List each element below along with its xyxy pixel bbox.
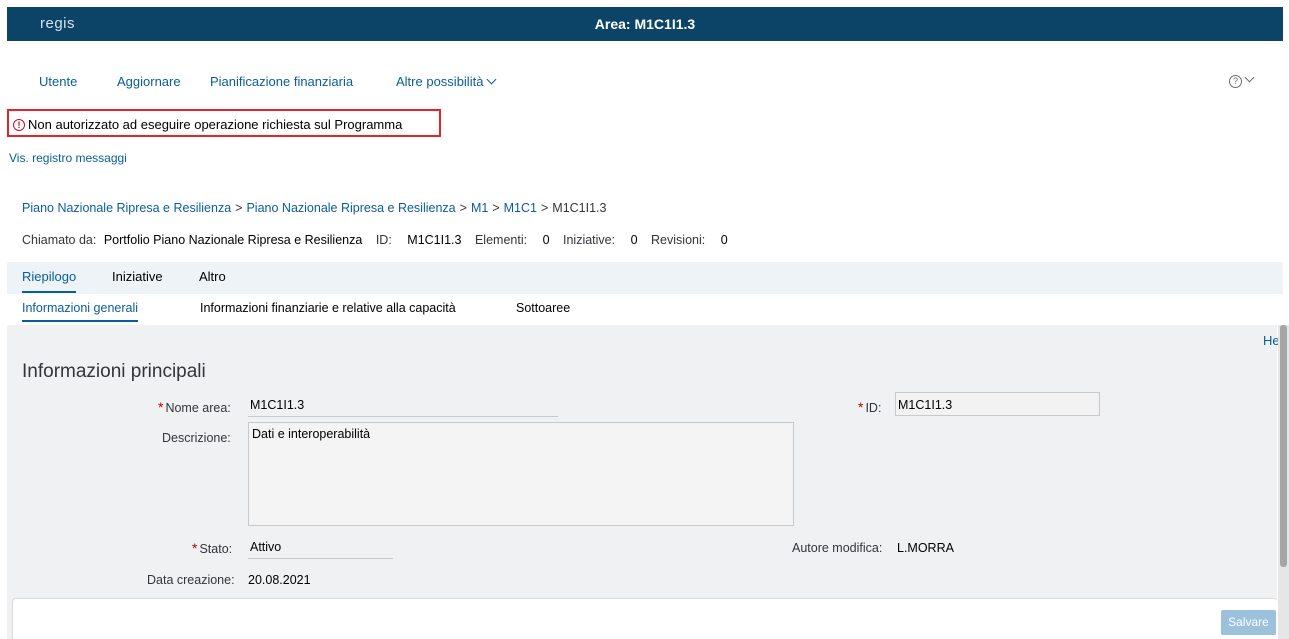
tab-altro[interactable]: Altro <box>199 269 226 284</box>
elementi-value: 0 <box>542 233 550 247</box>
breadcrumb-link-m1c1[interactable]: M1C1 <box>504 201 537 215</box>
tab-informazioni-finanziarie[interactable]: Informazioni finanziarie e relative alla… <box>200 301 456 315</box>
elementi-label: Elementi: <box>474 233 528 247</box>
id-label: ID: <box>375 233 392 247</box>
error-message: ! Non autorizzato ad eseguire operazione … <box>7 109 441 137</box>
breadcrumb-current: M1C1I1.3 <box>552 201 607 215</box>
chevron-down-icon <box>1244 72 1255 83</box>
tab-iniziative[interactable]: Iniziative <box>112 269 163 284</box>
error-icon: ! <box>13 119 25 131</box>
breadcrumb-link-m1[interactable]: M1 <box>471 201 488 215</box>
help-menu-button[interactable]: ? <box>1229 72 1255 88</box>
revisioni-value: 0 <box>720 233 728 247</box>
required-marker: * <box>158 399 164 415</box>
id-field[interactable]: M1C1I1.3 <box>895 392 1100 416</box>
revisioni-label: Revisioni: <box>651 233 706 247</box>
question-icon: ? <box>1229 75 1242 88</box>
breadcrumb-link-pnrr-2[interactable]: Piano Nazionale Ripresa e Resilienza <box>246 201 455 215</box>
menu-item-pianificazione-finanziaria[interactable]: Pianificazione finanziaria <box>210 74 353 89</box>
stato-label: * Stato: <box>192 540 232 556</box>
menu-item-aggiornare[interactable]: Aggiornare <box>117 74 181 89</box>
menu-item-utente[interactable]: Utente <box>39 74 77 89</box>
context-info: Chiamato da: Portfolio Piano Nazionale R… <box>22 233 738 247</box>
section-title: Informazioni principali <box>22 361 206 382</box>
message-log-link[interactable]: Vis. registro messaggi <box>9 151 127 165</box>
id-field-label: * ID: <box>858 399 881 415</box>
required-marker: * <box>192 540 198 556</box>
breadcrumb: Piano Nazionale Ripresa e Resilienza > Pia… <box>22 201 606 215</box>
menu-bar: Utente Aggiornare Pianificazione finanzi… <box>7 60 1283 102</box>
menu-item-altre-possibilita[interactable]: Altre possibilità <box>396 74 497 89</box>
vertical-scrollbar[interactable] <box>1278 325 1289 639</box>
called-by-value: Portfolio Piano Nazionale Ripresa e Resi… <box>103 233 363 247</box>
required-marker: * <box>858 399 864 415</box>
tab-riepilogo[interactable]: Riepilogo <box>22 269 77 293</box>
id-field-label-text: ID: <box>865 401 882 415</box>
tab-sottoaree[interactable]: Sottoaree <box>516 301 570 315</box>
shell-bar: regis Area: M1C1I1.3 <box>7 7 1283 41</box>
menu-item-altre-label: Altre possibilità <box>396 74 484 89</box>
nome-area-label: * Nome area: <box>158 399 231 415</box>
autore-modifica-value: L.MORRA <box>897 541 954 555</box>
primary-tab-bar: Riepilogo Iniziative Altro <box>7 262 1283 294</box>
tab-informazioni-generali[interactable]: Informazioni generali <box>22 301 139 322</box>
called-by-label: Chiamato da: <box>22 233 97 247</box>
stato-label-text: Stato: <box>199 542 233 556</box>
save-button[interactable]: Salvare <box>1221 610 1276 635</box>
breadcrumb-separator: > <box>492 201 500 215</box>
chevron-down-icon <box>486 74 497 85</box>
breadcrumb-link-pnrr-1[interactable]: Piano Nazionale Ripresa e Resilienza <box>22 201 231 215</box>
iniziative-value: 0 <box>630 233 638 247</box>
breadcrumb-separator: > <box>235 201 243 215</box>
data-creazione-label: Data creazione: <box>147 573 235 587</box>
stato-select[interactable]: Attivo <box>248 535 393 559</box>
secondary-tab-bar: Informazioni generali Informazioni finan… <box>7 294 1283 325</box>
descrizione-label: Descrizione: <box>162 431 231 445</box>
descrizione-textarea[interactable]: Dati e interoperabilità <box>248 422 794 526</box>
error-text: Non autorizzato ad eseguire operazione r… <box>28 117 403 132</box>
footer-toolbar <box>12 598 1278 639</box>
autore-modifica-label: Autore modifica: <box>792 541 883 555</box>
id-value: M1C1I1.3 <box>407 233 462 247</box>
breadcrumb-separator: > <box>540 201 549 215</box>
nome-area-label-text: Nome area: <box>165 401 231 415</box>
data-creazione-value: 20.08.2021 <box>248 573 311 587</box>
page-title: Area: M1C1I1.3 <box>594 16 696 32</box>
nome-area-field[interactable]: M1C1I1.3 <box>248 393 558 417</box>
iniziative-label: Iniziative: <box>563 233 616 247</box>
breadcrumb-separator: > <box>459 201 467 215</box>
scrollbar-thumb[interactable] <box>1280 325 1287 567</box>
